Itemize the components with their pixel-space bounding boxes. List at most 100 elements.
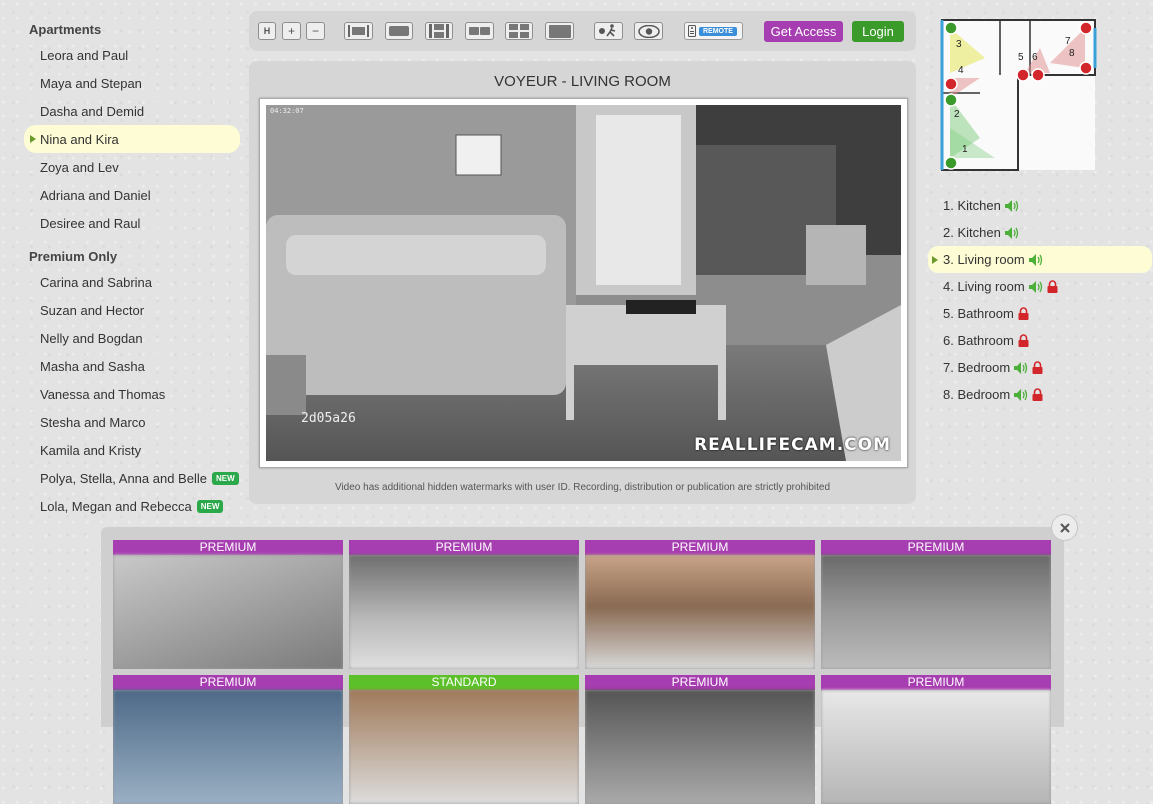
camera-list: 1. Kitchen 2. Kitchen 3. Living room 4. …	[928, 192, 1152, 408]
camera-item-4[interactable]: 4. Living room	[928, 273, 1152, 300]
video-watermark-brand: REALLIFECAM.COM	[694, 435, 891, 455]
video-title: VOYEUR - LIVING ROOM	[494, 73, 671, 90]
camera-label: 2. Kitchen	[943, 225, 1001, 240]
apartment-item-vanessa-thomas[interactable]: Vanessa and Thomas	[24, 380, 240, 408]
tile-tier-label: PREMIUM	[113, 675, 343, 690]
camera-label: 5. Bathroom	[943, 306, 1014, 321]
apartment-item-nina-kira[interactable]: Nina and Kira	[24, 125, 240, 153]
tile-thumbnail	[349, 690, 579, 804]
room-number-4: 4	[958, 65, 964, 76]
camera-tile[interactable]: STANDARD	[349, 675, 579, 804]
tile-tier-label: PREMIUM	[821, 540, 1051, 555]
apartment-item-dasha-demid[interactable]: Dasha and Demid	[24, 97, 240, 125]
speaker-icon	[1014, 388, 1028, 401]
apartment-item-suzan-hector[interactable]: Suzan and Hector	[24, 296, 240, 324]
layout-three-button[interactable]	[425, 22, 453, 40]
camera-tile[interactable]: PREMIUM	[113, 540, 343, 669]
room-number-1: 1	[962, 144, 968, 155]
apartment-label: Suzan and Hector	[40, 302, 145, 318]
view-button[interactable]	[634, 22, 663, 40]
camera-item-2[interactable]: 2. Kitchen	[928, 219, 1152, 246]
camera-item-1[interactable]: 1. Kitchen	[928, 192, 1152, 219]
hide-button[interactable]: H	[258, 22, 276, 40]
layout-two-button[interactable]	[465, 22, 494, 40]
hide-label: H	[263, 26, 271, 36]
layout-grid-icon	[509, 24, 529, 38]
camera-marker-6[interactable]	[1031, 68, 1045, 82]
apartment-item-stesha-marco[interactable]: Stesha and Marco	[24, 408, 240, 436]
apartment-item-adriana-daniel[interactable]: Adriana and Daniel	[24, 181, 240, 209]
layout-single-button[interactable]	[385, 22, 413, 40]
tile-thumbnail	[113, 690, 343, 804]
camera-tile[interactable]: PREMIUM	[349, 540, 579, 669]
room-number-7: 7	[1065, 36, 1071, 47]
room-scene	[266, 105, 901, 461]
apartment-label: Masha and Sasha	[40, 358, 145, 374]
camera-marker-8[interactable]	[1079, 61, 1093, 75]
apartments-sidebar: Apartments Leora and Paul Maya and Stepa…	[24, 14, 240, 520]
layout-wide-button[interactable]	[344, 22, 373, 40]
camera-item-3[interactable]: 3. Living room	[928, 246, 1152, 273]
camera-marker-5[interactable]	[1016, 68, 1030, 82]
apartment-item-masha-sasha[interactable]: Masha and Sasha	[24, 352, 240, 380]
camera-item-5[interactable]: 5. Bathroom	[928, 300, 1152, 327]
speaker-icon	[1004, 226, 1018, 239]
camera-tile[interactable]: PREMIUM	[821, 675, 1051, 804]
apartment-label: Kamila and Kristy	[40, 442, 142, 458]
tile-thumbnail	[585, 555, 815, 669]
video-player[interactable]: 04:32:07 2d05a26 REALLIFECAM.COM	[266, 105, 901, 461]
layout-wide-icon	[348, 25, 369, 37]
speaker-icon	[1028, 280, 1042, 293]
camera-label: 7. Bedroom	[943, 360, 1011, 375]
video-watermark-id: 2d05a26	[301, 411, 356, 426]
camera-label: 4. Living room	[943, 279, 1025, 294]
camera-marker-4[interactable]	[944, 77, 958, 91]
room-number-3: 3	[956, 39, 962, 50]
camera-marker-3[interactable]	[944, 21, 958, 35]
camera-tile[interactable]: PREMIUM	[113, 675, 343, 804]
camera-marker-1[interactable]	[944, 156, 958, 170]
camera-item-6[interactable]: 6. Bathroom	[928, 327, 1152, 354]
video-timestamp: 04:32:07	[270, 107, 304, 115]
room-number-8: 8	[1069, 48, 1075, 59]
room-number-6: 6	[1032, 52, 1038, 63]
speaker-icon	[1028, 253, 1042, 266]
tile-thumbnail	[113, 555, 343, 669]
camera-marker-2[interactable]	[944, 93, 958, 107]
camera-label: 1. Kitchen	[943, 198, 1001, 213]
room-number-5: 5	[1018, 52, 1024, 63]
close-grid-button[interactable]	[1051, 514, 1078, 541]
section-title-premium: Premium Only	[29, 249, 118, 264]
zoom-in-button[interactable]: +	[282, 22, 301, 40]
video-frame: 04:32:07 2d05a26 REALLIFECAM.COM	[259, 98, 908, 468]
fullscreen-button[interactable]	[545, 22, 574, 40]
camera-tile[interactable]: PREMIUM	[821, 540, 1051, 669]
get-access-button[interactable]: Get Access	[764, 21, 843, 42]
apartment-label: Stesha and Marco	[40, 414, 146, 430]
camera-item-7[interactable]: 7. Bedroom	[928, 354, 1152, 381]
camera-item-8[interactable]: 8. Bedroom	[928, 381, 1152, 408]
remote-button[interactable]: REMOTE	[684, 22, 743, 40]
camera-tile[interactable]: PREMIUM	[585, 675, 815, 804]
camera-label: 8. Bedroom	[943, 387, 1011, 402]
motion-button[interactable]	[594, 22, 623, 40]
apartment-item-maya-stepan[interactable]: Maya and Stepan	[24, 69, 240, 97]
apartment-item-polya-stella-anna-belle[interactable]: Polya, Stella, Anna and Belle NEW	[24, 464, 240, 492]
apartment-item-zoya-lev[interactable]: Zoya and Lev	[24, 153, 240, 181]
login-button[interactable]: Login	[852, 21, 904, 42]
zoom-out-button[interactable]: −	[306, 22, 325, 40]
apartment-item-carina-sabrina[interactable]: Carina and Sabrina	[24, 268, 240, 296]
apartment-item-kamila-kristy[interactable]: Kamila and Kristy	[24, 436, 240, 464]
tile-tier-label: PREMIUM	[821, 675, 1051, 690]
apartment-item-leora-paul[interactable]: Leora and Paul	[24, 41, 240, 69]
camera-marker-7[interactable]	[1079, 21, 1093, 35]
tile-tier-label: PREMIUM	[113, 540, 343, 555]
camera-label: 6. Bathroom	[943, 333, 1014, 348]
apartment-item-desiree-raul[interactable]: Desiree and Raul	[24, 209, 240, 237]
apartment-item-nelly-bogdan[interactable]: Nelly and Bogdan	[24, 324, 240, 352]
apartment-item-lola-megan-rebecca[interactable]: Lola, Megan and Rebecca NEW	[24, 492, 240, 520]
camera-tile[interactable]: PREMIUM	[585, 540, 815, 669]
section-title-apartments: Apartments	[29, 22, 102, 37]
tile-tier-label: PREMIUM	[585, 675, 815, 690]
layout-grid-button[interactable]	[505, 22, 533, 40]
